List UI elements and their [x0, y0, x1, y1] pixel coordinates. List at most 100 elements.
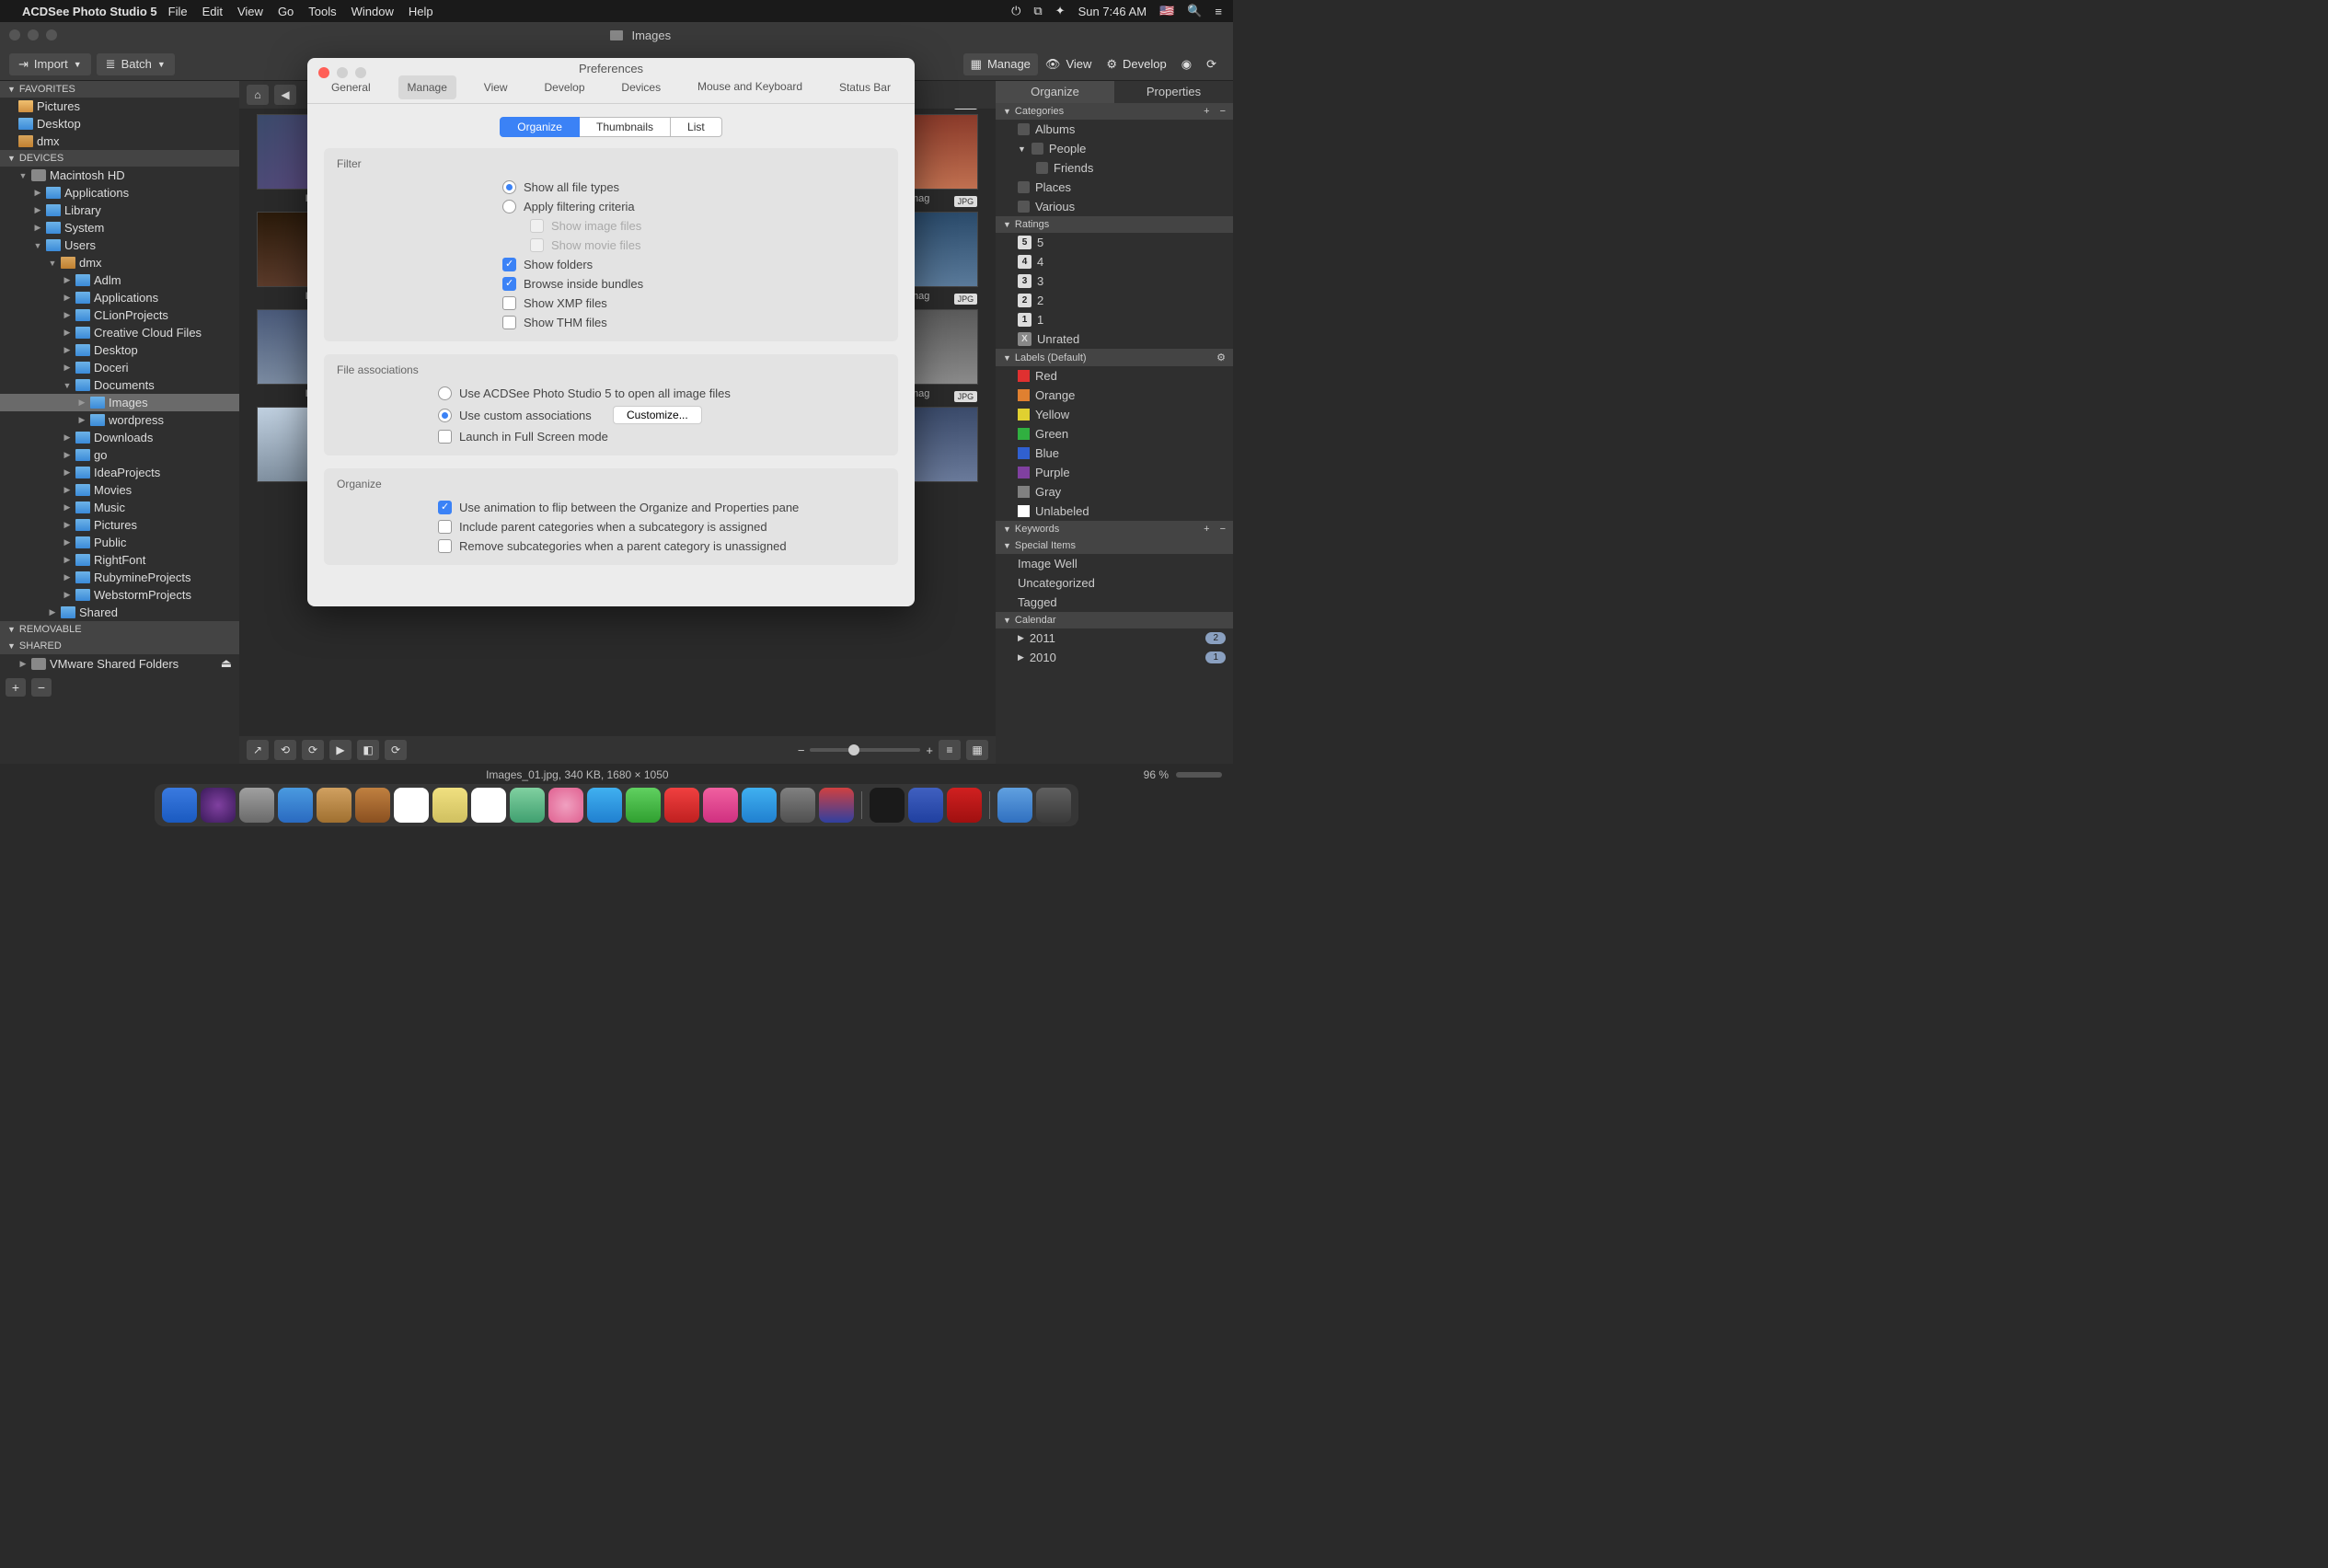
status-clock[interactable]: Sun 7:46 AM	[1078, 5, 1147, 18]
dock-music[interactable]	[703, 788, 738, 823]
section-calendar[interactable]: ▼Calendar	[996, 612, 1233, 628]
menu-window[interactable]: Window	[352, 5, 394, 18]
checkbox[interactable]	[1018, 181, 1030, 193]
tree-system[interactable]: ▶System	[0, 219, 239, 236]
section-favorites[interactable]: ▼FAVORITES	[0, 81, 239, 98]
dock-contacts[interactable]	[317, 788, 352, 823]
cat-places[interactable]: Places	[996, 178, 1233, 197]
tree-downloads[interactable]: ▶Downloads	[0, 429, 239, 446]
fav-pictures[interactable]: Pictures	[0, 98, 239, 115]
dock-magnet[interactable]	[819, 788, 854, 823]
menu-help[interactable]: Help	[409, 5, 433, 18]
check-fullscreen[interactable]	[438, 430, 452, 444]
tab-organize[interactable]: Organize	[996, 81, 1114, 103]
dock-downloads[interactable]	[997, 788, 1032, 823]
dock-terminal[interactable]	[870, 788, 905, 823]
dock-messages[interactable]	[587, 788, 622, 823]
menu-go[interactable]: Go	[278, 5, 294, 18]
export-button[interactable]: ↗	[247, 740, 269, 760]
add-favorite-button[interactable]: +	[6, 678, 26, 697]
status-indicator-icon[interactable]: ✦	[1055, 4, 1066, 18]
tree-vmware-shared[interactable]: ▶VMware Shared Folders⏏	[0, 654, 239, 673]
cat-albums[interactable]: Albums	[996, 120, 1233, 139]
nav-back-button[interactable]: ◀	[274, 85, 296, 105]
dock-siri[interactable]	[201, 788, 236, 823]
tree-user-pictures[interactable]: ▶Pictures	[0, 516, 239, 534]
tree-users[interactable]: ▼Users	[0, 236, 239, 254]
pref-minimize-button[interactable]	[337, 67, 348, 78]
pref-close-button[interactable]	[318, 67, 329, 78]
tree-go[interactable]: ▶go	[0, 446, 239, 464]
tree-documents[interactable]: ▼Documents	[0, 376, 239, 394]
mode-develop[interactable]: ⚙ Develop	[1099, 53, 1173, 75]
radio-show-all[interactable]	[502, 180, 516, 194]
cat-friends[interactable]: Friends	[996, 158, 1233, 178]
cat-people[interactable]: ▼People	[996, 139, 1233, 158]
tree-doceri[interactable]: ▶Doceri	[0, 359, 239, 376]
rating-2[interactable]: 22	[996, 291, 1233, 310]
add-icon[interactable]: +	[1204, 106, 1209, 117]
tree-applications[interactable]: ▶Applications	[0, 184, 239, 202]
tree-shared[interactable]: ▶Shared	[0, 604, 239, 621]
label-purple[interactable]: Purple	[996, 463, 1233, 482]
zoom-slider[interactable]	[810, 748, 920, 752]
section-keywords[interactable]: ▼Keywords+ −	[996, 521, 1233, 537]
seg-thumbnails[interactable]: Thumbnails	[580, 117, 671, 137]
check-show-folders[interactable]	[502, 258, 516, 271]
checkbox[interactable]	[1018, 123, 1030, 135]
rating-1[interactable]: 11	[996, 310, 1233, 329]
dock-finder[interactable]	[162, 788, 197, 823]
tree-ideaprojects[interactable]: ▶IdeaProjects	[0, 464, 239, 481]
tree-rightfont[interactable]: ▶RightFont	[0, 551, 239, 569]
view-list-button[interactable]: ≡	[939, 740, 961, 760]
menu-file[interactable]: File	[168, 5, 188, 18]
status-power-icon[interactable]: ⏻	[1011, 4, 1020, 18]
tree-creativecloud[interactable]: ▶Creative Cloud Files	[0, 324, 239, 341]
pref-tab-view[interactable]: View	[475, 75, 517, 99]
fav-desktop[interactable]: Desktop	[0, 115, 239, 133]
tree-wordpress[interactable]: ▶wordpress	[0, 411, 239, 429]
tree-webstormprojects[interactable]: ▶WebstormProjects	[0, 586, 239, 604]
special-uncategorized[interactable]: Uncategorized	[996, 573, 1233, 593]
checkbox[interactable]	[1018, 201, 1030, 213]
mode-sync[interactable]: ⟳	[1199, 53, 1224, 75]
gear-icon[interactable]: ⚙	[1216, 352, 1226, 363]
rotate-cw-button[interactable]: ⟳	[302, 740, 324, 760]
zoom-in-button[interactable]: +	[926, 744, 933, 757]
tree-macintosh-hd[interactable]: ▼Macintosh HD	[0, 167, 239, 184]
customize-button[interactable]: Customize...	[613, 406, 702, 424]
pref-tab-devices[interactable]: Devices	[612, 75, 670, 99]
radio-use-acdsee[interactable]	[438, 386, 452, 400]
label-unlabeled[interactable]: Unlabeled	[996, 502, 1233, 521]
rating-4[interactable]: 44	[996, 252, 1233, 271]
tree-music[interactable]: ▶Music	[0, 499, 239, 516]
mode-manage[interactable]: ▦ Manage	[963, 53, 1038, 75]
pref-tab-general[interactable]: General	[322, 75, 380, 99]
eject-icon[interactable]: ⏏	[221, 656, 232, 671]
menu-tools[interactable]: Tools	[308, 5, 336, 18]
rotate-ccw-button[interactable]: ⟲	[274, 740, 296, 760]
special-tagged[interactable]: Tagged	[996, 593, 1233, 612]
tree-movies[interactable]: ▶Movies	[0, 481, 239, 499]
tree-adlm[interactable]: ▶Adlm	[0, 271, 239, 289]
label-orange[interactable]: Orange	[996, 386, 1233, 405]
menu-view[interactable]: View	[237, 5, 263, 18]
remove-favorite-button[interactable]: −	[31, 678, 52, 697]
import-button[interactable]: ⇥ Import ▼	[9, 53, 91, 75]
tree-clionprojects[interactable]: ▶CLionProjects	[0, 306, 239, 324]
dock-photos[interactable]	[548, 788, 583, 823]
dock-facetime[interactable]	[626, 788, 661, 823]
dock-notes[interactable]	[432, 788, 467, 823]
minimize-button[interactable]	[28, 29, 39, 40]
tree-user-dmx[interactable]: ▼dmx	[0, 254, 239, 271]
cal-2010[interactable]: ▶20101	[996, 648, 1233, 667]
checkbox[interactable]	[1036, 162, 1048, 174]
pref-tab-develop[interactable]: Develop	[535, 75, 594, 99]
dock-calendar[interactable]	[394, 788, 429, 823]
section-ratings[interactable]: ▼Ratings	[996, 216, 1233, 233]
label-gray[interactable]: Gray	[996, 482, 1233, 502]
label-yellow[interactable]: Yellow	[996, 405, 1233, 424]
menu-edit[interactable]: Edit	[202, 5, 223, 18]
label-red[interactable]: Red	[996, 366, 1233, 386]
check-browse-bundles[interactable]	[502, 277, 516, 291]
